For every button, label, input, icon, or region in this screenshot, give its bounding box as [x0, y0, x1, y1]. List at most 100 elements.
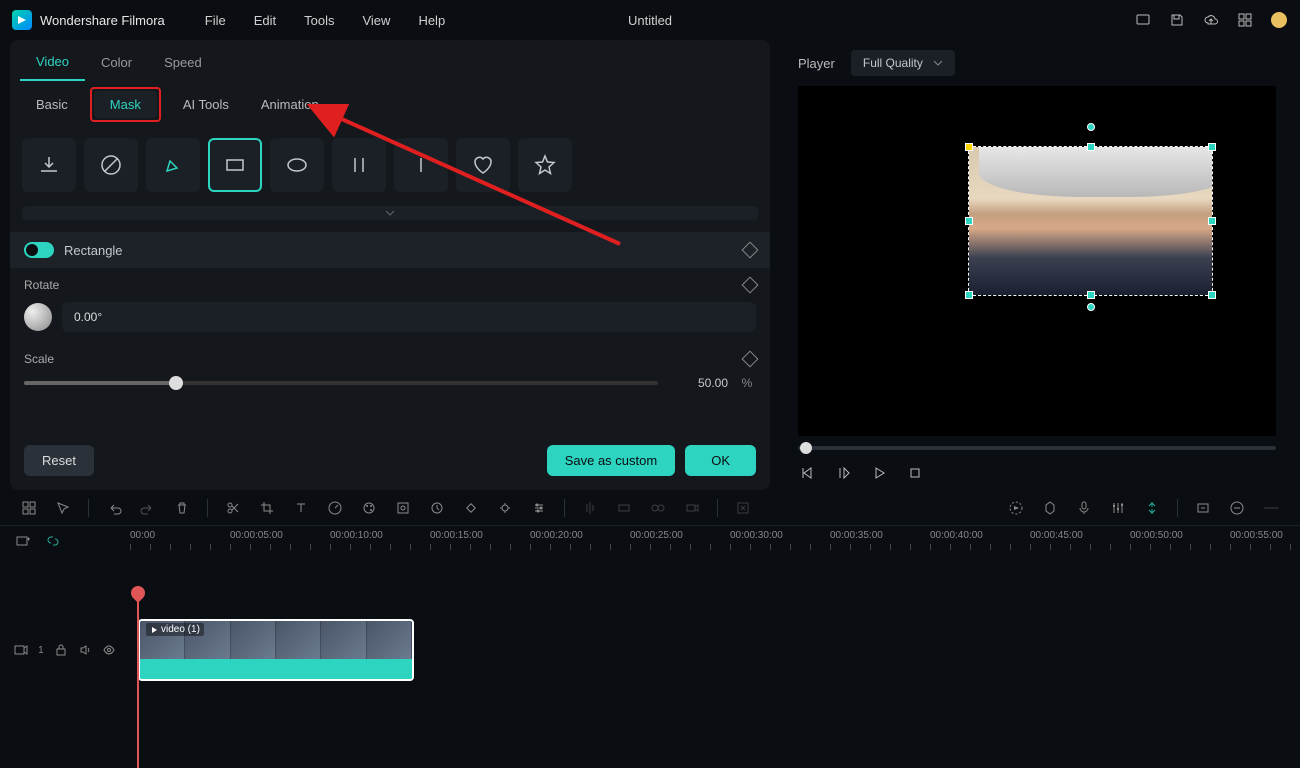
tl-audio3-icon[interactable]: [649, 499, 667, 517]
shape-import[interactable]: [22, 138, 76, 192]
handle-bm[interactable]: [1087, 291, 1095, 299]
tl-zoom-out-icon[interactable]: [1228, 499, 1246, 517]
expand-toggle[interactable]: [22, 206, 758, 220]
rotate-value[interactable]: 0.00°: [62, 302, 756, 332]
tl-crop-icon[interactable]: [258, 499, 276, 517]
stop-icon[interactable]: [906, 464, 924, 482]
menu-help[interactable]: Help: [418, 13, 445, 28]
tl-color-icon[interactable]: [360, 499, 378, 517]
shape-ellipse[interactable]: [270, 138, 324, 192]
shape-pen[interactable]: [146, 138, 200, 192]
tl-clock-icon[interactable]: [428, 499, 446, 517]
timeline-clip[interactable]: video (1): [138, 619, 414, 681]
section-rectangle: Rectangle: [10, 232, 770, 268]
preview-viewport[interactable]: [798, 86, 1276, 436]
screen-icon[interactable]: [1134, 11, 1152, 29]
playhead[interactable]: [137, 586, 139, 768]
save-custom-button[interactable]: Save as custom: [547, 445, 676, 476]
tl-layout-icon[interactable]: [20, 499, 38, 517]
track-id: 1: [38, 645, 44, 656]
rotate-knob[interactable]: [24, 303, 52, 331]
track-video-icon[interactable]: [14, 641, 28, 659]
play-icon[interactable]: [870, 464, 888, 482]
ok-button[interactable]: OK: [685, 445, 756, 476]
handle-tl[interactable]: [965, 143, 973, 151]
tl-effects-icon[interactable]: [734, 499, 752, 517]
track-mute-icon[interactable]: [78, 641, 92, 659]
tl-mixer-icon[interactable]: [1109, 499, 1127, 517]
tl-split-icon[interactable]: [224, 499, 242, 517]
reset-button[interactable]: Reset: [24, 445, 94, 476]
track-visible-icon[interactable]: [102, 641, 116, 659]
tl-zoom-slider[interactable]: [1262, 499, 1280, 517]
tl-addtrack-icon[interactable]: [14, 532, 32, 550]
prev-frame-icon[interactable]: [798, 464, 816, 482]
menu-file[interactable]: File: [205, 13, 226, 28]
shape-rectangle[interactable]: [208, 138, 262, 192]
tl-audio2-icon[interactable]: [615, 499, 633, 517]
menu-tools[interactable]: Tools: [304, 13, 334, 28]
tl-greenscreen-icon[interactable]: [394, 499, 412, 517]
handle-tm[interactable]: [1087, 143, 1095, 151]
shape-single-line[interactable]: [394, 138, 448, 192]
quality-dropdown[interactable]: Full Quality: [851, 50, 955, 76]
handle-br[interactable]: [1208, 291, 1216, 299]
tab-basic[interactable]: Basic: [20, 91, 84, 118]
tl-fit-icon[interactable]: [1194, 499, 1212, 517]
tl-keyframe-icon[interactable]: [462, 499, 480, 517]
timeline-ruler[interactable]: 00:0000:00:05:0000:00:10:0000:00:15:0000…: [130, 526, 1300, 556]
tl-text-icon[interactable]: [292, 499, 310, 517]
tl-link-icon[interactable]: [44, 532, 62, 550]
tab-ai-tools[interactable]: AI Tools: [167, 91, 245, 118]
handle-ml[interactable]: [965, 217, 973, 225]
grid-icon[interactable]: [1236, 11, 1254, 29]
tab-animation[interactable]: Animation: [245, 91, 335, 118]
ruler-label: 00:00:40:00: [930, 530, 983, 541]
handle-rotate[interactable]: [1087, 123, 1095, 131]
tl-snap-icon[interactable]: [1143, 499, 1161, 517]
tab-speed[interactable]: Speed: [148, 45, 218, 80]
avatar-icon[interactable]: [1270, 11, 1288, 29]
tl-marker-icon[interactable]: [1041, 499, 1059, 517]
track-lock-icon[interactable]: [54, 641, 68, 659]
scale-slider[interactable]: [24, 381, 658, 385]
shape-none[interactable]: [84, 138, 138, 192]
play-pause-icon[interactable]: [834, 464, 852, 482]
tl-speed-icon[interactable]: [326, 499, 344, 517]
handle-tr[interactable]: [1208, 143, 1216, 151]
tl-cursor-icon[interactable]: [54, 499, 72, 517]
keyframe-section-icon[interactable]: [742, 242, 759, 259]
shape-heart[interactable]: [456, 138, 510, 192]
tabs-secondary: Basic Mask AI Tools Animation: [10, 84, 770, 124]
tl-record-icon[interactable]: [683, 499, 701, 517]
mask-bounds[interactable]: [968, 146, 1213, 296]
save-icon[interactable]: [1168, 11, 1186, 29]
scrub-thumb[interactable]: [800, 442, 812, 454]
handle-bl[interactable]: [965, 291, 973, 299]
menu-edit[interactable]: Edit: [254, 13, 276, 28]
tl-redo-icon[interactable]: [139, 499, 157, 517]
tl-delete-icon[interactable]: [173, 499, 191, 517]
tl-undo-icon[interactable]: [105, 499, 123, 517]
tl-audio1-icon[interactable]: [581, 499, 599, 517]
tab-mask[interactable]: Mask: [94, 91, 157, 118]
scale-value[interactable]: 50.00: [668, 376, 728, 390]
handle-mr[interactable]: [1208, 217, 1216, 225]
shape-double-line[interactable]: [332, 138, 386, 192]
keyframe-scale-icon[interactable]: [742, 351, 759, 368]
tl-mic-icon[interactable]: [1075, 499, 1093, 517]
toggle-rectangle[interactable]: [24, 242, 54, 258]
tab-video[interactable]: Video: [20, 44, 85, 81]
tab-color[interactable]: Color: [85, 45, 148, 80]
keyframe-rotate-icon[interactable]: [742, 277, 759, 294]
player-scrubber[interactable]: [798, 446, 1276, 450]
ruler-label: 00:00:55:00: [1230, 530, 1283, 541]
tl-render-icon[interactable]: [1007, 499, 1025, 517]
tl-adjust-icon[interactable]: [530, 499, 548, 517]
handle-feather[interactable]: [1087, 303, 1095, 311]
tl-motion-icon[interactable]: [496, 499, 514, 517]
shape-star[interactable]: [518, 138, 572, 192]
menu-view[interactable]: View: [362, 13, 390, 28]
quality-value: Full Quality: [863, 56, 923, 70]
cloud-icon[interactable]: [1202, 11, 1220, 29]
